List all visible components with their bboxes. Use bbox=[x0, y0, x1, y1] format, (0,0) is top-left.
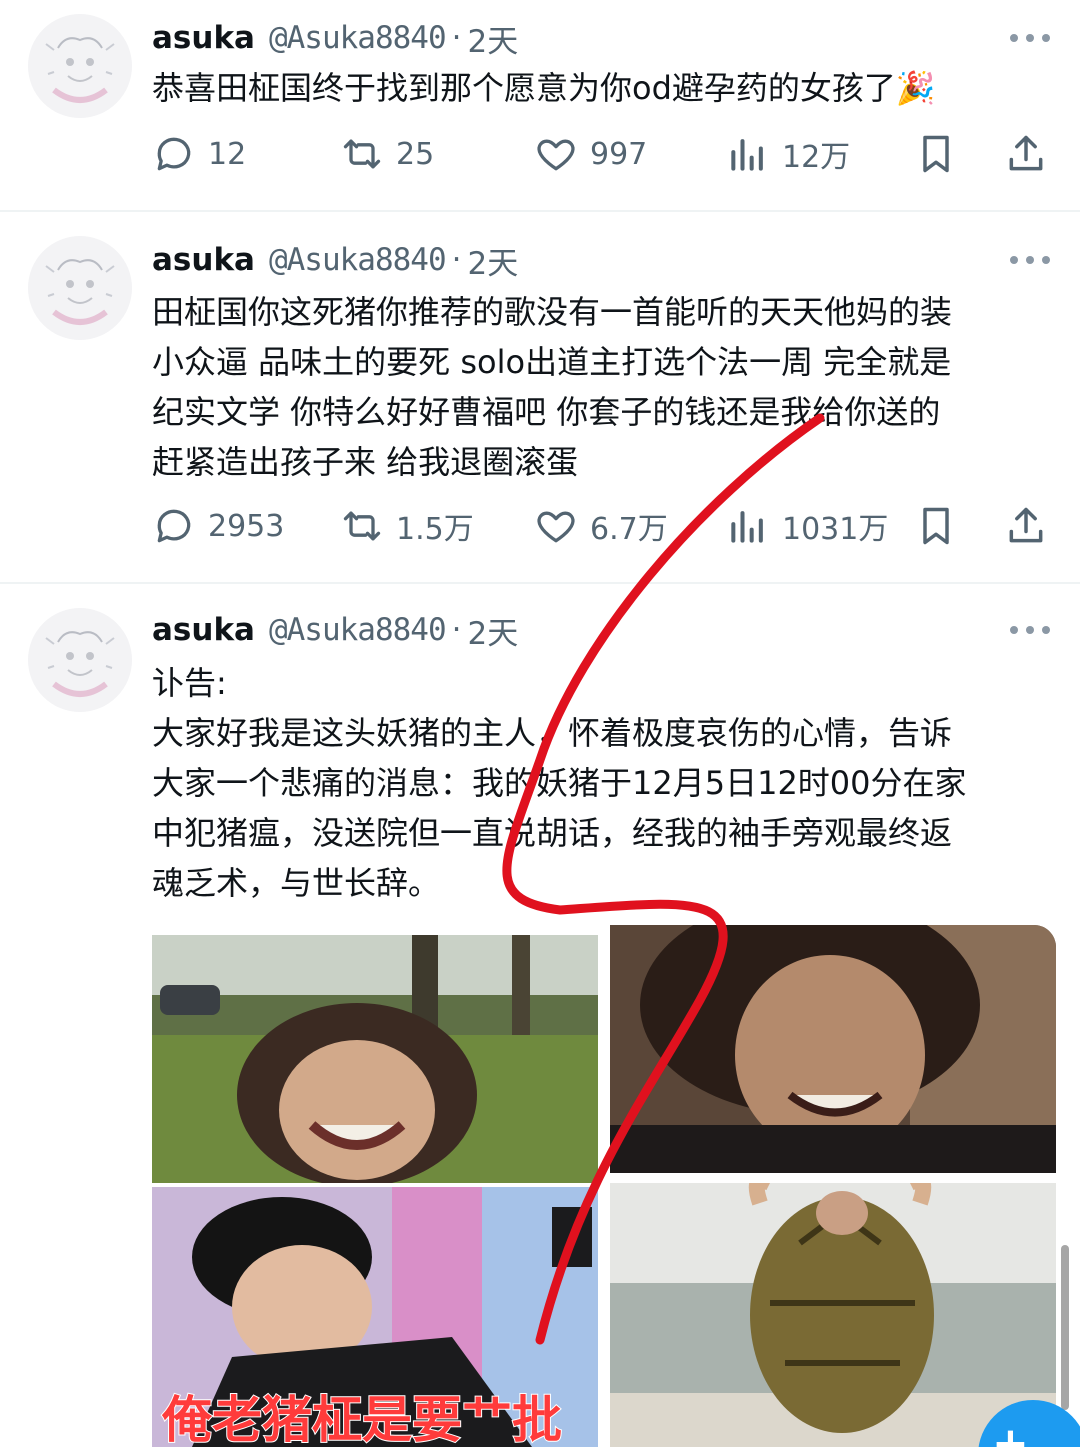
tweet-text-line: 赶紧造出孩子来 给我退圈滚蛋 bbox=[152, 443, 579, 481]
retweet-button[interactable]: 1.5万 bbox=[340, 496, 474, 556]
timestamp[interactable]: 2天 bbox=[467, 608, 518, 653]
tweet-header: asuka @Asuka8840 · 2天 bbox=[152, 238, 518, 282]
avatar-image bbox=[28, 236, 132, 340]
share-button[interactable] bbox=[1004, 124, 1048, 184]
photo-turtle-beach bbox=[610, 1183, 1056, 1447]
user-handle[interactable]: @Asuka8840 bbox=[269, 242, 447, 278]
avatar[interactable] bbox=[28, 14, 132, 118]
bookmark-icon bbox=[923, 135, 949, 173]
more-icon[interactable] bbox=[1010, 28, 1050, 48]
tweet-text-line: 田柾国你这死猪你推荐的歌没有一首能听的天天他妈的装 bbox=[152, 293, 953, 331]
compose-icon: + bbox=[992, 1418, 1029, 1447]
avatar[interactable] bbox=[28, 236, 132, 340]
user-handle[interactable]: @Asuka8840 bbox=[269, 612, 447, 648]
reply-icon bbox=[157, 137, 191, 171]
like-count: 6.7万 bbox=[590, 512, 668, 547]
heart-icon bbox=[537, 139, 575, 171]
reply-button[interactable]: 2953 bbox=[152, 496, 284, 556]
tweet-text-line: 大家一个悲痛的消息：我的妖猪于12月5日12时00分在家 bbox=[152, 764, 967, 802]
avatar-image bbox=[28, 608, 132, 712]
reply-button[interactable]: 12 bbox=[152, 124, 246, 184]
media-image-4[interactable] bbox=[610, 1183, 1056, 1447]
retweet-button[interactable]: 25 bbox=[340, 124, 434, 184]
image-caption: 俺老猪柾是要艹批 bbox=[161, 1390, 563, 1447]
scrollbar[interactable] bbox=[1061, 1245, 1069, 1410]
tweet-header: asuka @Asuka8840 · 2天 bbox=[152, 608, 518, 652]
views-icon bbox=[731, 139, 763, 171]
timestamp[interactable]: 2天 bbox=[467, 16, 518, 61]
tweet-2[interactable]: asuka @Asuka8840 · 2天 田柾国你这死猪你推荐的歌没有一首能听… bbox=[0, 212, 1080, 584]
action-bar: 12 25 997 12万 bbox=[152, 124, 1052, 184]
like-count: 997 bbox=[590, 136, 648, 172]
avatar-image bbox=[28, 14, 132, 118]
tweet-text-line: 小众逼 品味土的要死 solo出道主打选个法一周 完全就是 bbox=[152, 343, 952, 381]
display-name[interactable]: asuka bbox=[152, 612, 255, 648]
share-button[interactable] bbox=[1004, 496, 1048, 556]
views-count: 12万 bbox=[782, 140, 851, 175]
share-icon bbox=[1009, 507, 1043, 543]
views-button[interactable]: 1031万 bbox=[726, 496, 888, 556]
reply-count: 12 bbox=[208, 136, 247, 172]
action-bar: 2953 1.5万 6.7万 1031万 bbox=[152, 496, 1052, 556]
user-handle[interactable]: @Asuka8840 bbox=[269, 20, 447, 56]
retweet-count: 25 bbox=[396, 136, 435, 172]
photo-smiling-face bbox=[610, 925, 1056, 1173]
tweet-text-line: 魂乏术，与世长辞。 bbox=[152, 864, 441, 902]
reply-icon bbox=[157, 509, 191, 543]
retweet-count: 1.5万 bbox=[396, 512, 474, 547]
photo-park-face bbox=[152, 935, 598, 1183]
display-name[interactable]: asuka bbox=[152, 242, 255, 278]
views-icon bbox=[731, 511, 763, 543]
tweet-header: asuka @Asuka8840 · 2天 bbox=[152, 16, 518, 60]
display-name[interactable]: asuka bbox=[152, 20, 255, 56]
share-icon bbox=[1009, 135, 1043, 171]
reply-count: 2953 bbox=[208, 508, 285, 544]
heart-icon bbox=[537, 511, 575, 543]
separator-dot: · bbox=[451, 612, 462, 648]
tweet-text: 讣告: 大家好我是这头妖猪的主人，怀着极度哀伤的心情，告诉 大家一个悲痛的消息：… bbox=[152, 658, 1052, 908]
views-button[interactable]: 12万 bbox=[726, 124, 850, 184]
media-grid bbox=[150, 925, 1056, 1447]
bookmark-button[interactable] bbox=[914, 496, 958, 556]
views-count: 1031万 bbox=[782, 512, 889, 547]
bookmark-icon bbox=[923, 507, 949, 545]
tweet-text-line: 纪实文学 你特么好好曹福吧 你套子的钱还是我给你送的 bbox=[152, 393, 941, 431]
more-icon[interactable] bbox=[1010, 620, 1050, 640]
tweet-text: 恭喜田柾国终于找到那个愿意为你od避孕药的女孩了🎉 bbox=[152, 63, 1052, 113]
media-image-1[interactable] bbox=[152, 935, 598, 1183]
more-icon[interactable] bbox=[1010, 250, 1050, 270]
like-button[interactable]: 6.7万 bbox=[534, 496, 668, 556]
tweet-text-line: 中犯猪瘟，没送院但一直说胡话，经我的袖手旁观最终返 bbox=[152, 814, 953, 852]
separator-dot: · bbox=[451, 20, 462, 56]
media-image-2[interactable] bbox=[610, 925, 1056, 1173]
separator-dot: · bbox=[451, 242, 462, 278]
avatar[interactable] bbox=[28, 608, 132, 712]
like-button[interactable]: 997 bbox=[534, 124, 647, 184]
tweet-text-line: 讣告: bbox=[152, 664, 227, 702]
tweet-text: 田柾国你这死猪你推荐的歌没有一首能听的天天他妈的装 小众逼 品味土的要死 sol… bbox=[152, 287, 1052, 487]
timestamp[interactable]: 2天 bbox=[467, 238, 518, 283]
tweet-text-line: 恭喜田柾国终于找到那个愿意为你od避孕药的女孩了🎉 bbox=[152, 69, 936, 107]
tweet-text-line: 大家好我是这头妖猪的主人，怀着极度哀伤的心情，告诉 bbox=[152, 714, 953, 752]
retweet-icon bbox=[343, 139, 381, 169]
bookmark-button[interactable] bbox=[914, 124, 958, 184]
retweet-icon bbox=[343, 511, 381, 541]
tweet-1[interactable]: asuka @Asuka8840 · 2天 恭喜田柾国终于找到那个愿意为你od避… bbox=[0, 0, 1080, 212]
